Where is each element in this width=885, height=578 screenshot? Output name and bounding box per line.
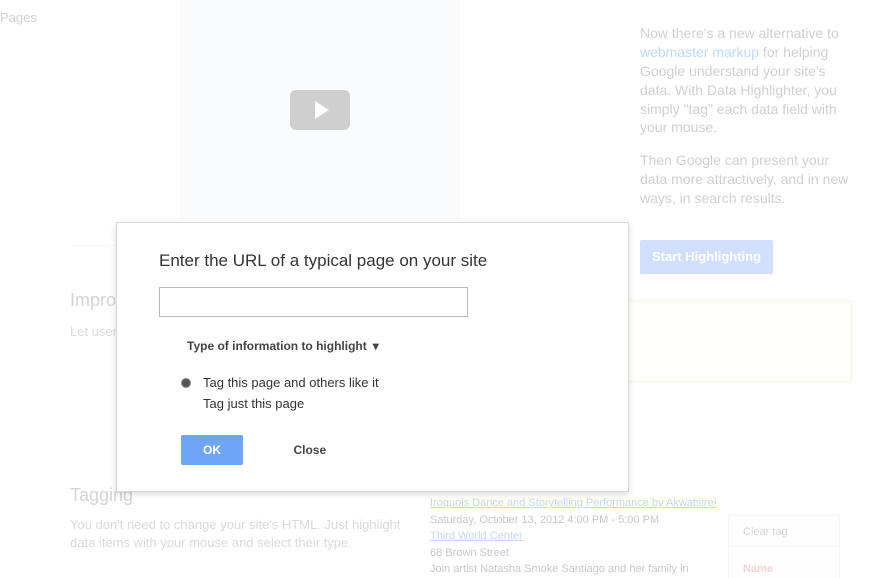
radio-label-1: Tag this page and others like it	[203, 375, 379, 390]
dialog-buttons: OK Close	[159, 435, 586, 465]
radio-group: Tag this page and others like it Tag jus…	[159, 375, 586, 411]
radio-icon	[181, 378, 191, 388]
url-input[interactable]	[159, 287, 468, 317]
chevron-down-icon: ▾	[373, 339, 379, 353]
radio-option-multi[interactable]: Tag this page and others like it	[181, 375, 586, 390]
dialog-title: Enter the URL of a typical page on your …	[159, 251, 586, 271]
radio-label-2: Tag just this page	[203, 396, 304, 411]
type-label: Type of information to highlight	[187, 339, 367, 353]
ok-button[interactable]: OK	[181, 435, 243, 465]
radio-option-single[interactable]: Tag just this page	[181, 396, 586, 411]
type-dropdown[interactable]: Type of information to highlight ▾	[159, 339, 586, 353]
url-entry-dialog: Enter the URL of a typical page on your …	[116, 222, 629, 492]
close-button[interactable]: Close	[287, 442, 332, 458]
